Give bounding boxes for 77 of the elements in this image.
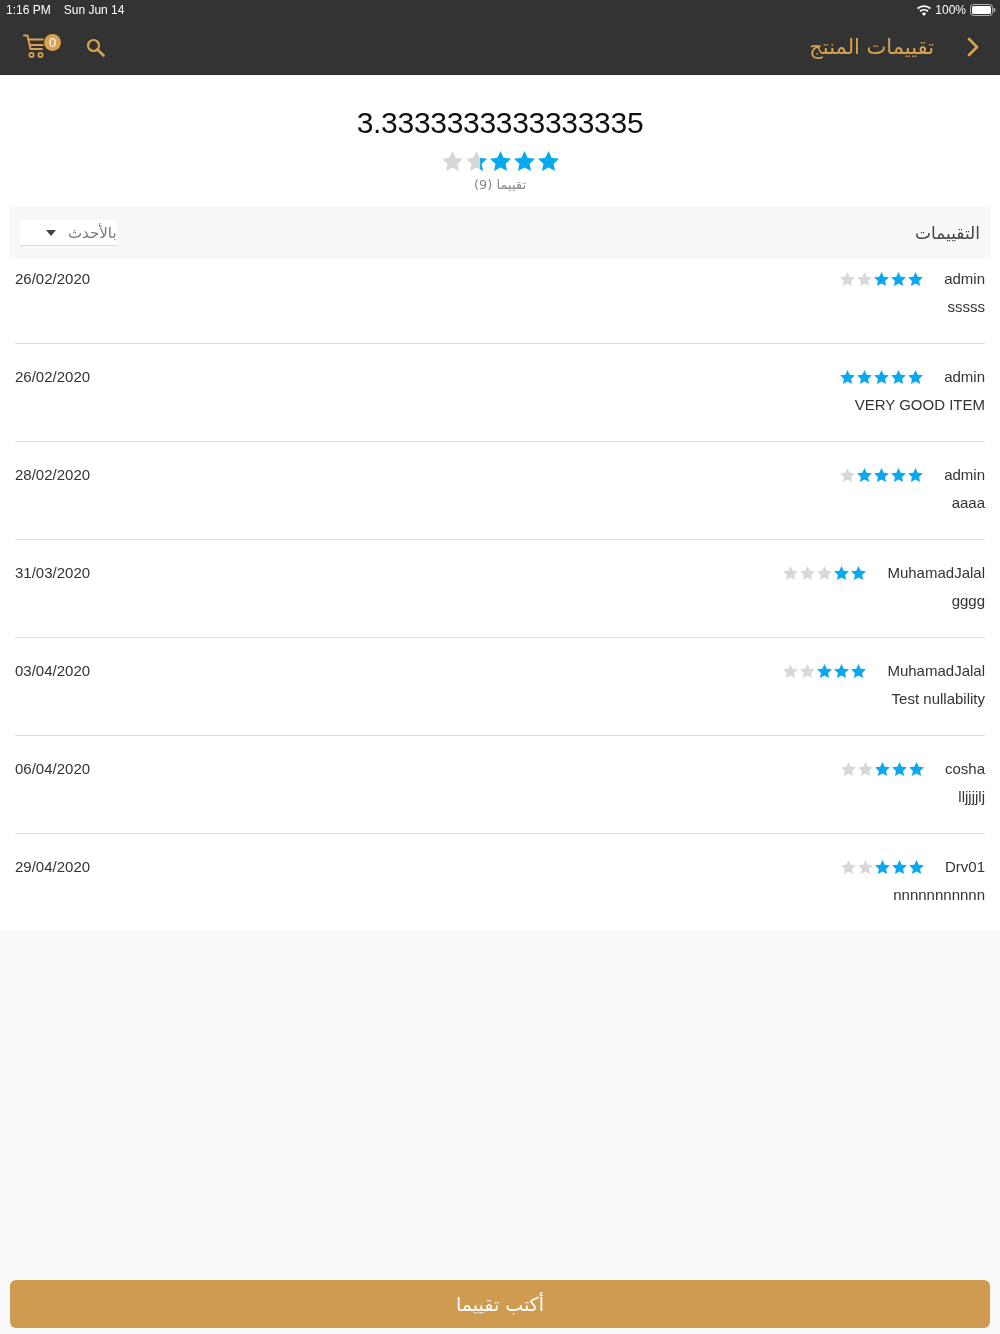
write-review-button[interactable]: أكتب تقييما — [10, 1280, 990, 1328]
review-date: 26/02/2020 — [15, 367, 91, 387]
star-icon — [840, 272, 856, 286]
star-icon — [891, 370, 907, 384]
star-icon — [874, 272, 890, 286]
sort-dropdown[interactable]: بالأحدث — [20, 220, 117, 246]
chevron-icon[interactable] — [967, 37, 979, 57]
review-date: 03/04/2020 — [15, 661, 91, 681]
review-date: 29/04/2020 — [15, 857, 91, 877]
star-icon — [875, 860, 890, 874]
page-title: تقييمات المنتج — [809, 35, 934, 59]
star-icon — [840, 370, 856, 384]
star-icon — [874, 468, 890, 482]
review-date: 28/02/2020 — [15, 465, 91, 485]
review-comment: nnnnnnnnnnn — [893, 885, 985, 905]
star-icon — [908, 272, 924, 286]
star-icon — [840, 762, 856, 776]
review-comment: gggg — [951, 591, 985, 611]
author-name: admin — [944, 367, 985, 387]
star-icon — [908, 468, 924, 482]
star-icon — [817, 664, 833, 678]
author-name: MuhamadJalal — [887, 563, 985, 583]
star-icon — [908, 370, 924, 384]
cart-badge: 0 — [44, 34, 61, 51]
star-icon — [441, 151, 463, 171]
review-date: 06/04/2020 — [15, 759, 91, 779]
battery-icon — [970, 4, 996, 16]
star-icon — [874, 370, 890, 384]
author-name: admin — [944, 269, 985, 289]
star-icon — [892, 860, 907, 874]
star-icon — [834, 566, 850, 580]
star-icon — [857, 468, 873, 482]
search-icon[interactable] — [86, 37, 105, 57]
star-icon — [800, 664, 816, 678]
star-icon — [909, 860, 924, 874]
cart-icon[interactable] — [23, 34, 44, 59]
star-icon — [851, 664, 867, 678]
review-comment: aaaa — [951, 493, 985, 513]
review-date: 26/02/2020 — [15, 269, 91, 289]
star-icon — [513, 151, 535, 171]
review-comment: sssss — [947, 297, 985, 317]
author-name: cosha — [944, 759, 985, 779]
author-name: MuhamadJalal — [887, 661, 985, 681]
star-icon — [841, 860, 856, 874]
star-icon — [891, 762, 907, 776]
star-icon — [817, 566, 833, 580]
caret-icon — [46, 229, 56, 236]
review-comment: VERY GOOD ITEM — [854, 395, 985, 415]
star-icon — [834, 664, 850, 678]
star-icon — [851, 566, 867, 580]
star-icon — [783, 664, 799, 678]
battery-percent: 100% — [935, 3, 966, 17]
star-icon — [800, 566, 816, 580]
author-name: admin — [944, 465, 985, 485]
star-icon — [857, 272, 873, 286]
star-icon — [537, 151, 559, 171]
star-icon — [874, 762, 890, 776]
rating-count: (9) تقييما — [473, 176, 527, 193]
star-icon — [891, 272, 907, 286]
star-icon — [857, 370, 873, 384]
section-title: التقييمات — [915, 223, 980, 243]
star-icon — [857, 762, 873, 776]
star-icon — [489, 151, 511, 171]
star-icon — [783, 566, 799, 580]
star-icon — [465, 151, 487, 171]
average-rating: 3.3333333333333335 — [356, 105, 644, 141]
star-icon — [891, 468, 907, 482]
status-date: Sun Jun 14 — [63, 3, 125, 17]
review-comment: Test nullability — [891, 689, 985, 709]
review-date: 31/03/2020 — [15, 563, 91, 583]
author-name: Drv01 — [945, 857, 985, 877]
star-icon — [840, 468, 856, 482]
wifi-icon — [917, 4, 932, 16]
star-icon — [908, 762, 924, 776]
review-comment: lljjjjlj — [958, 787, 985, 807]
star-icon — [858, 860, 873, 874]
status-time: 1:16 PM — [6, 3, 51, 17]
